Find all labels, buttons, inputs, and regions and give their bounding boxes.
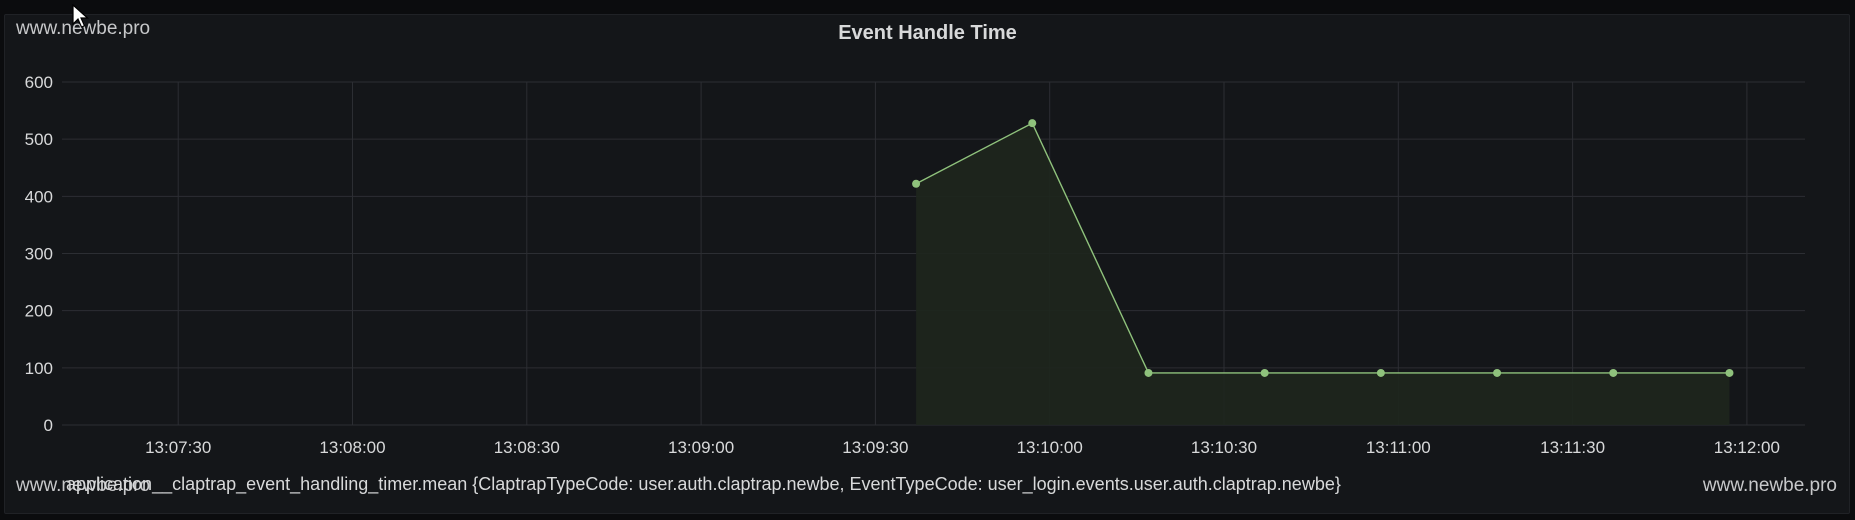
y-tick-label: 100 — [25, 359, 53, 378]
y-tick-label: 600 — [25, 73, 53, 92]
x-tick-label: 13:09:00 — [668, 438, 734, 457]
series-area — [916, 123, 1730, 425]
x-tick-label: 13:11:00 — [1366, 438, 1431, 457]
series-area-fill — [916, 123, 1730, 425]
y-tick-label: 300 — [25, 245, 53, 264]
x-axis-ticks: 13:07:30 13:08:00 13:08:30 13:09:00 13:09:30… — [145, 438, 1780, 457]
x-tick-label: 13:11:30 — [1540, 438, 1605, 457]
x-tick-label: 13:08:30 — [494, 438, 560, 457]
data-point — [1144, 368, 1153, 377]
x-tick-label: 13:12:00 — [1714, 438, 1780, 457]
y-axis-ticks: 0 100 200 300 400 500 600 — [25, 73, 53, 435]
x-tick-label: 13:07:30 — [145, 438, 211, 457]
y-tick-label: 0 — [44, 416, 53, 435]
data-point — [1376, 368, 1385, 377]
legend-series-label[interactable]: application__claptrap_event_handling_tim… — [66, 474, 1341, 495]
x-tick-label: 13:10:30 — [1191, 438, 1257, 457]
y-tick-label: 200 — [25, 302, 53, 321]
x-tick-label: 13:09:30 — [842, 438, 908, 457]
data-point — [1725, 368, 1734, 377]
watermark-bottom-right: www.newbe.pro — [1702, 475, 1837, 496]
y-tick-label: 500 — [25, 130, 53, 149]
chart-svg[interactable]: 0100200300400500600 13:07:30 13:08:00 13:0… — [0, 0, 1855, 520]
data-point — [912, 179, 921, 188]
mouse-cursor-icon — [72, 4, 90, 28]
y-tick-label: 400 — [25, 187, 53, 206]
data-point — [1609, 368, 1618, 377]
x-tick-label: 13:08:00 — [319, 438, 385, 457]
x-tick-label: 13:10:00 — [1017, 438, 1083, 457]
data-point — [1493, 368, 1502, 377]
data-point — [1028, 119, 1037, 128]
data-point — [1260, 368, 1269, 377]
